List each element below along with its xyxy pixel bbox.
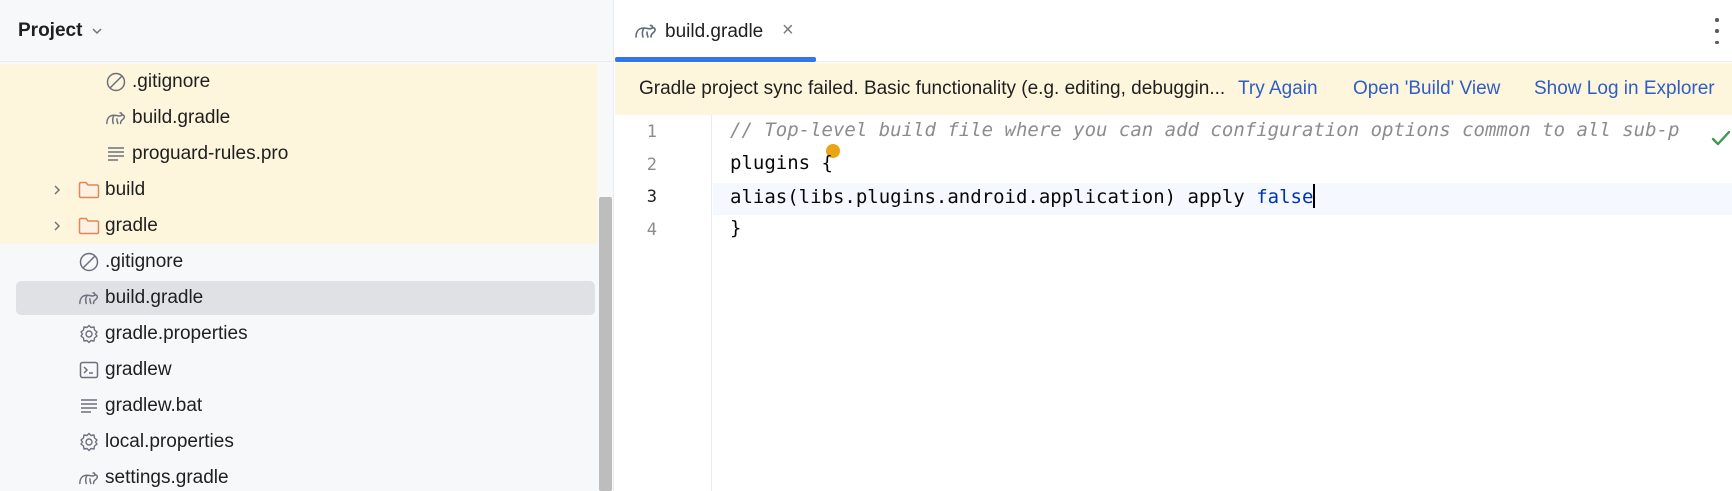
tree-item-label: .gitignore (105, 251, 184, 272)
tree-item-label: .gitignore (132, 71, 211, 92)
gradle-icon (77, 466, 101, 490)
tree-item-label: gradle.properties (105, 323, 248, 344)
tree-item-label: settings.gradle (105, 467, 229, 488)
tab-build-gradle[interactable]: build.gradle × (615, 0, 816, 62)
try-again-link[interactable]: Try Again (1238, 78, 1318, 100)
tree-item[interactable]: .gitignore (0, 244, 597, 280)
text-file-icon (104, 142, 128, 166)
show-log-link[interactable]: Show Log in Explorer (1534, 78, 1715, 100)
chevron-right-icon[interactable] (50, 219, 64, 233)
scrollbar-thumb[interactable] (599, 197, 612, 491)
gradle-icon (104, 106, 128, 130)
code-token: } (730, 216, 742, 239)
code-token: // Top-level build file where you can ad… (730, 119, 1680, 141)
tree-item[interactable]: proguard-rules.pro (0, 136, 597, 172)
ignore-icon (104, 70, 128, 94)
tree-item-label: build.gradle (105, 287, 204, 308)
text-file-icon (77, 394, 101, 418)
project-panel-header[interactable]: Project (0, 0, 613, 62)
code-token: plugins { (730, 151, 833, 174)
code-area[interactable]: // Top-level build file where you can ad… (713, 115, 1732, 491)
check-icon[interactable] (1710, 128, 1732, 148)
line-number: 4 (646, 219, 657, 240)
gradle-icon (77, 286, 101, 310)
tree-item[interactable]: gradle (0, 208, 597, 244)
tree-item[interactable]: gradlew.bat (0, 388, 597, 424)
tree-item[interactable]: build (0, 172, 597, 208)
tree-item-label: gradlew (105, 359, 172, 380)
code-line[interactable]: plugins { (730, 152, 833, 174)
tree-item-label: build (105, 179, 146, 200)
folder-icon (77, 178, 101, 202)
active-tab-indicator (615, 57, 816, 62)
editor-tab-bar: build.gradle × (615, 0, 1732, 62)
folder-icon (77, 214, 101, 238)
line-number: 1 (646, 122, 657, 142)
tree-item[interactable]: build.gradle (0, 280, 597, 316)
banner-message: Gradle project sync failed. Basic functi… (639, 78, 1226, 99)
tree-item-label: local.properties (105, 431, 234, 452)
project-panel-title[interactable]: Project (18, 20, 82, 42)
close-icon[interactable]: × (782, 20, 798, 40)
code-token: false (1256, 186, 1314, 208)
ignore-icon (77, 250, 101, 274)
tree-item[interactable]: .gitignore (0, 64, 597, 100)
chevron-right-icon[interactable] (50, 183, 64, 197)
tree-item-label: gradlew.bat (105, 395, 203, 416)
line-number: 2 (646, 154, 657, 175)
chevron-down-icon[interactable] (90, 24, 104, 38)
tree-item-label: proguard-rules.pro (132, 143, 289, 164)
text-caret (1313, 184, 1316, 208)
line-number-gutter: 1 2 3 4 (615, 115, 712, 491)
tab-label: build.gradle (665, 21, 764, 42)
tree-item[interactable]: settings.gradle (0, 460, 597, 491)
tree-item[interactable]: build.gradle (0, 100, 597, 136)
gradle-icon (633, 19, 659, 43)
project-panel: Project .gitignore build.gradle proguard-r… (0, 0, 614, 491)
code-line[interactable]: } (730, 217, 741, 239)
terminal-file-icon (77, 358, 101, 382)
tree-item[interactable]: gradle.properties (0, 316, 597, 352)
code-token: alias(libs.plugins.android.application) … (730, 186, 1257, 208)
tree-item-label: build.gradle (132, 107, 231, 128)
line-number: 3 (646, 187, 657, 207)
settings-file-icon (77, 430, 101, 454)
project-tree: .gitignore build.gradle proguard-rules.pro… (0, 64, 597, 491)
tree-item-label: gradle (105, 215, 158, 236)
code-line[interactable]: alias(libs.plugins.android.application) … (730, 184, 1316, 208)
open-build-view-link[interactable]: Open 'Build' View (1353, 78, 1500, 100)
tree-item[interactable]: gradlew (0, 352, 597, 388)
tree-item[interactable]: local.properties (0, 424, 597, 460)
editor: build.gradle × Gradle project sync faile… (615, 0, 1732, 491)
more-options-icon[interactable] (1712, 18, 1722, 44)
code-line[interactable]: // Top-level build file where you can ad… (730, 119, 1679, 141)
sync-failed-banner: Gradle project sync failed. Basic functi… (615, 63, 1732, 115)
settings-file-icon (77, 322, 101, 346)
